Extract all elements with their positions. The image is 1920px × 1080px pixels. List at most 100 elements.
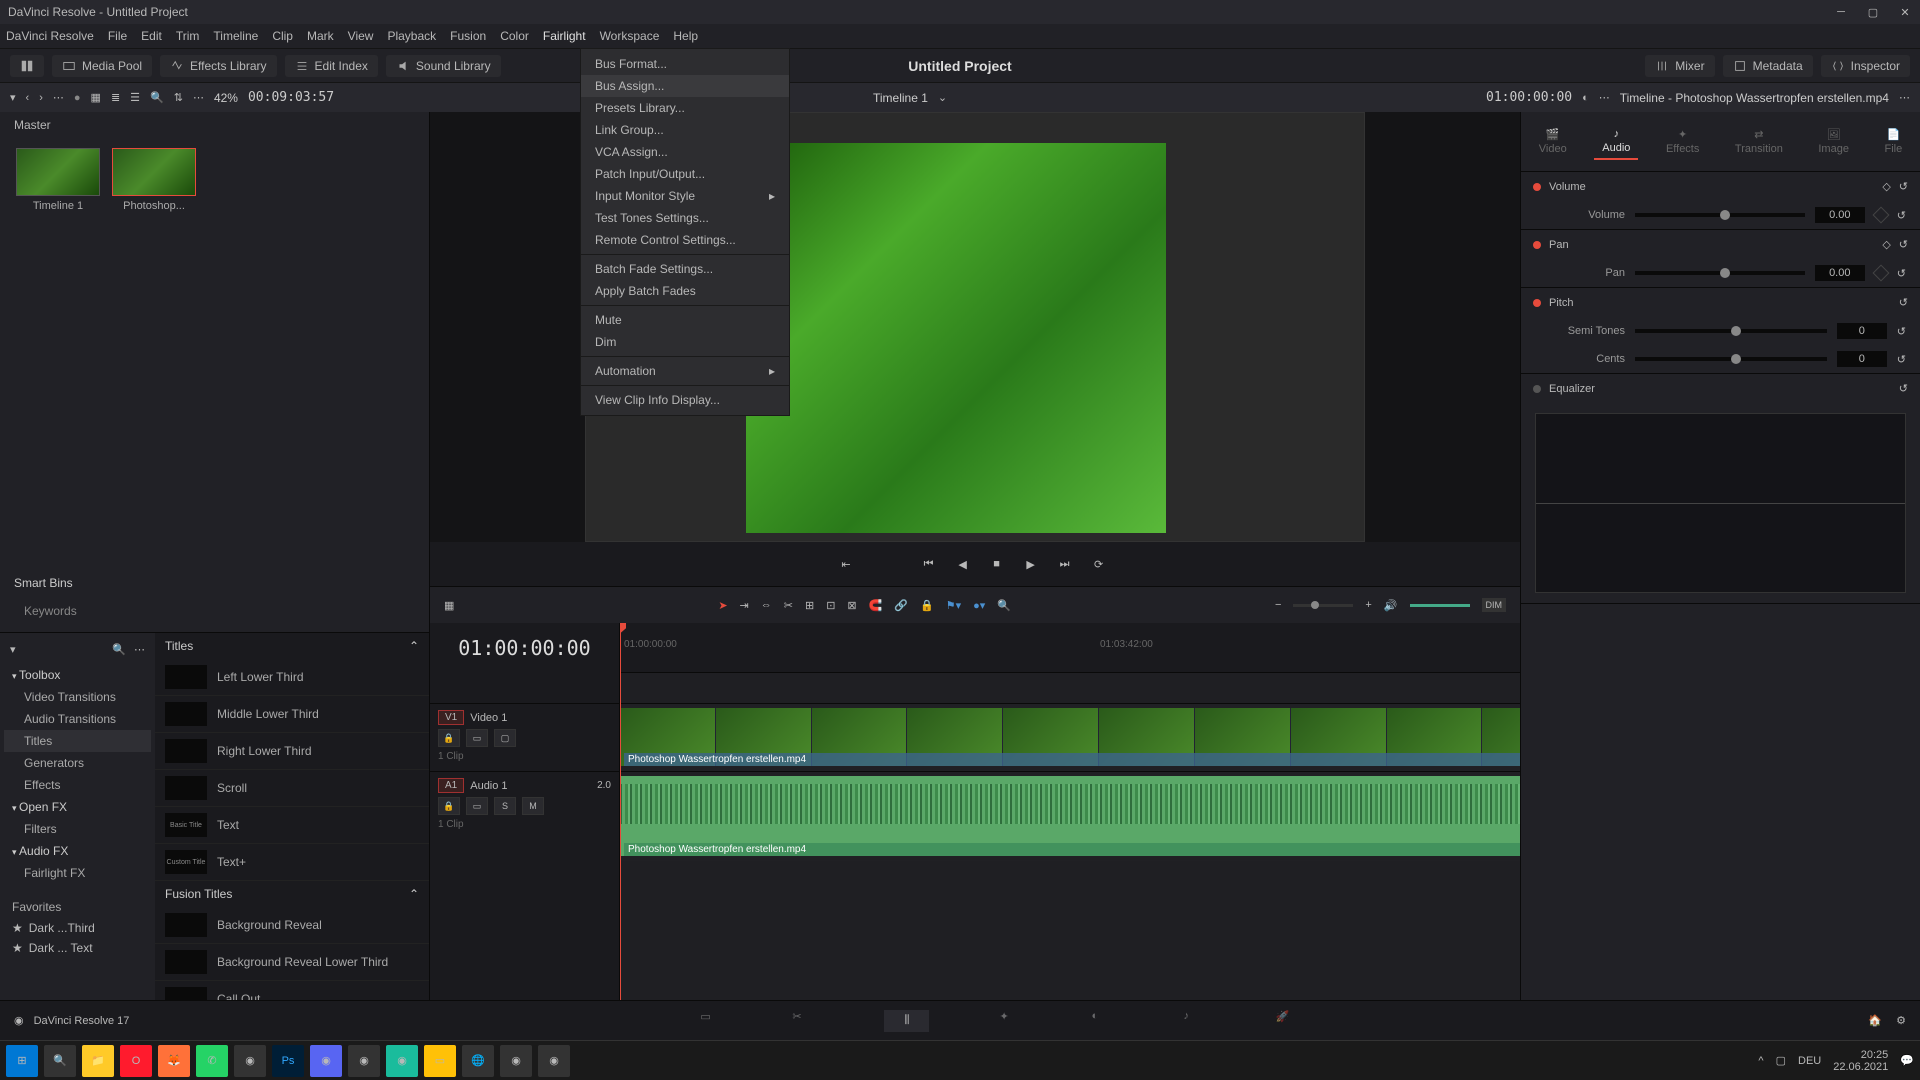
menu-help[interactable]: Help [673,29,698,43]
zoom-percent[interactable]: 42% [214,91,238,105]
edit-index-button[interactable]: Edit Index [285,55,378,77]
inspector-tab-audio[interactable]: ♪Audio [1594,124,1638,160]
keyframe-icon[interactable]: ◇ [1882,238,1890,251]
reset-icon[interactable]: ↺ [1899,296,1908,309]
cents-value[interactable]: 0 [1837,351,1887,367]
title-preset[interactable]: Middle Lower Third [155,696,429,733]
menu-item-linkgroup[interactable]: Link Group... [581,119,789,141]
tl-view-icon[interactable]: ▦ [444,599,454,612]
play-icon[interactable]: ▶ [1021,554,1041,574]
semitones-slider[interactable] [1635,329,1827,333]
title-preset[interactable]: Call Out [155,981,429,1000]
reset-icon[interactable]: ↺ [1897,267,1906,280]
bin-name[interactable]: Master [0,112,429,138]
fx-cat-filters[interactable]: Filters [4,818,151,840]
obs-icon[interactable]: ◉ [500,1045,532,1077]
menu-trim[interactable]: Trim [176,29,200,43]
find-icon[interactable]: 🔍 [997,599,1011,612]
volume-enable-dot[interactable] [1533,183,1541,191]
view-grid-icon[interactable]: ▦ [91,91,101,104]
solo-button[interactable]: S [494,797,516,815]
search-icon[interactable]: 🔍 [150,91,164,104]
fairlight-page-icon[interactable]: ♪ [1183,1010,1205,1032]
eq-enable-dot[interactable] [1533,385,1541,393]
lock-icon[interactable]: 🔒 [920,599,934,612]
video-clip[interactable]: Photoshop Wassertropfen erstellen.mp4 [620,708,1520,766]
media-page-icon[interactable]: ▭ [700,1010,722,1032]
reset-icon[interactable]: ↺ [1897,325,1906,338]
menu-item-busassign[interactable]: Bus Assign... [581,75,789,97]
first-frame-icon[interactable]: ⏮ [919,554,939,574]
inspector-more-icon[interactable]: ⋯ [1899,91,1910,104]
link-icon[interactable]: 🔗 [894,599,908,612]
menu-mark[interactable]: Mark [307,29,334,43]
fx-layout-icon[interactable]: ▾ [10,643,16,656]
view-strip-icon[interactable]: ≣ [111,91,120,104]
menu-timeline[interactable]: Timeline [213,29,258,43]
view-list-icon[interactable]: ☰ [130,91,140,104]
last-frame-icon[interactable]: ⏭ [1055,554,1075,574]
fx-more-icon[interactable]: ⋯ [134,643,145,656]
notes-icon[interactable]: ▭ [424,1045,456,1077]
audio-lock-icon[interactable]: 🔒 [438,797,460,815]
keyframe-icon[interactable]: ◇ [1882,180,1890,193]
close-icon[interactable]: ✕ [1898,5,1912,19]
maximize-icon[interactable]: ▢ [1866,5,1880,19]
title-preset[interactable]: Custom TitleText+ [155,844,429,881]
blade-icon[interactable]: ✂ [784,599,793,612]
title-preset[interactable]: Background Reveal [155,907,429,944]
resolve-task-icon[interactable]: ◉ [538,1045,570,1077]
lock-track-icon[interactable]: 🔒 [438,729,460,747]
snap-icon[interactable]: 🧲 [869,599,883,612]
fx-cat-videotransitions[interactable]: Video Transitions [4,686,151,708]
favorite-item[interactable]: ★Dark ...Third [4,918,151,938]
deliver-page-icon[interactable]: 🚀 [1275,1010,1297,1032]
menu-item-mute[interactable]: Mute [581,309,789,331]
menu-file[interactable]: File [108,29,127,43]
volume-slider[interactable] [1635,213,1805,217]
nav-fwd-icon[interactable]: › [39,92,43,104]
clock-date[interactable]: 22.06.2021 [1833,1061,1888,1073]
eq-graph[interactable] [1535,413,1906,593]
play-reverse-icon[interactable]: ◀ [953,554,973,574]
overwrite-icon[interactable]: ⊡ [826,599,835,612]
inspector-tab-image[interactable]: 🖼Image [1810,124,1857,159]
color-page-icon[interactable]: ◐ [1091,1010,1113,1032]
fusion-page-icon[interactable]: ✦ [999,1010,1021,1032]
audio-track[interactable]: Photoshop Wassertropfen erstellen.mp4 [620,771,1520,861]
menu-item-busformat[interactable]: Bus Format... [581,53,789,75]
audio-auto-icon[interactable]: ▭ [466,797,488,815]
viewer-more-icon[interactable]: ⋯ [1599,91,1610,104]
media-pool-button[interactable]: Media Pool [52,55,152,77]
menu-item-automation[interactable]: Automation▸ [581,360,789,382]
menu-clip[interactable]: Clip [272,29,293,43]
metadata-button[interactable]: Metadata [1723,55,1813,77]
insert-icon[interactable]: ⊞ [805,599,814,612]
pan-enable-dot[interactable] [1533,241,1541,249]
language-icon[interactable]: DEU [1798,1055,1821,1067]
battery-icon[interactable]: ▢ [1776,1054,1786,1067]
fx-group-toolbox[interactable]: Toolbox [4,664,151,686]
menu-davinciresolve[interactable]: DaVinci Resolve [6,29,94,43]
menu-fairlight[interactable]: Fairlight [543,29,586,43]
auto-select-icon[interactable]: ▭ [466,729,488,747]
loop-icon[interactable]: ⟳ [1089,554,1109,574]
video-track-header[interactable]: V1 Video 1 🔒 ▭ ▢ 1 Clip [430,703,619,771]
menu-playback[interactable]: Playback [387,29,436,43]
fx-group-openfx[interactable]: Open FX [4,796,151,818]
title-preset[interactable]: Scroll [155,770,429,807]
more-icon[interactable]: ⋯ [193,91,204,104]
record-icon[interactable]: ● [74,92,81,104]
menu-item-dim[interactable]: Dim [581,331,789,353]
favorite-item[interactable]: ★Dark ... Text [4,938,151,958]
title-preset[interactable]: Basic TitleText [155,807,429,844]
pan-value[interactable]: 0.00 [1815,265,1865,281]
reset-icon[interactable]: ↺ [1899,382,1908,395]
bypass-icon[interactable]: ◐ [1582,92,1589,104]
menu-view[interactable]: View [348,29,374,43]
menu-dots-icon[interactable]: ⋯ [53,91,64,104]
title-preset[interactable]: Left Lower Third [155,659,429,696]
menu-workspace[interactable]: Workspace [600,29,660,43]
mixer-button[interactable]: Mixer [1645,55,1714,77]
cents-slider[interactable] [1635,357,1827,361]
